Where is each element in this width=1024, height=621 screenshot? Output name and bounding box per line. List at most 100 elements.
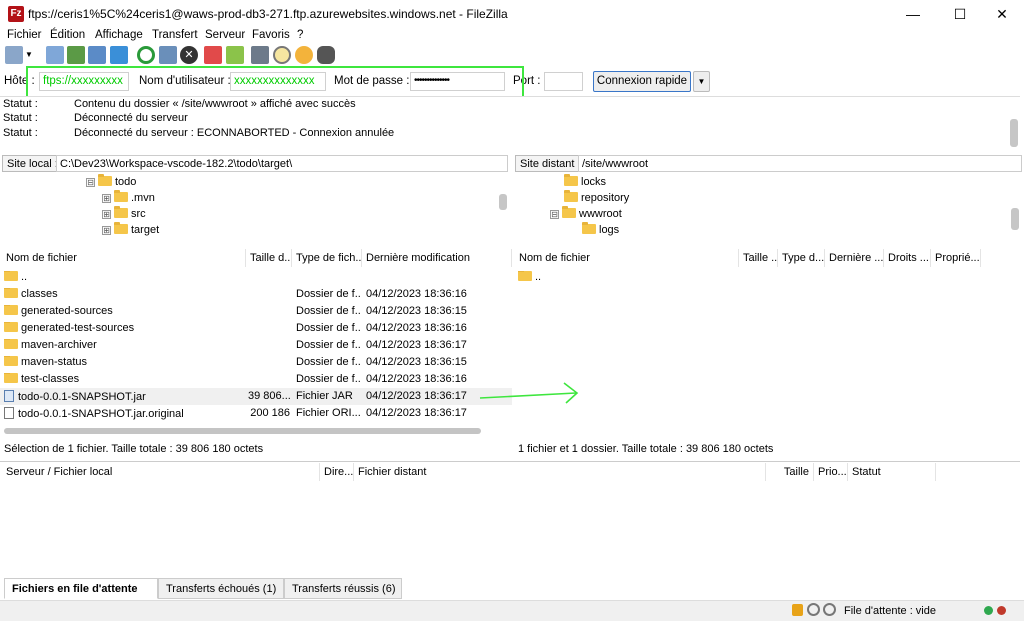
remote-col-size[interactable]: Taille ... [739,249,778,267]
file-name: .. [535,271,542,283]
table-row[interactable]: todo-0.0.1-SNAPSHOT.jar.original 200 186 F… [0,405,512,422]
remote-col-name[interactable]: Nom de fichier [515,249,739,267]
folder-icon [4,339,18,349]
local-tree: ⊟ todo ⊞ .mvn ⊞ src ⊞ target [0,174,512,244]
folder-icon [582,222,596,234]
file-name: generated-test-sources [21,322,135,334]
file-icon [4,407,14,419]
tree-node-locks[interactable]: locks [564,174,606,188]
table-row[interactable]: generated-sources Dossier de f... 04/12/20… [0,303,512,320]
queue-col-remote[interactable]: Fichier distant [354,463,766,481]
tree-node-logs[interactable]: logs [582,222,619,236]
filter-icon[interactable] [251,46,269,64]
title-bar[interactable]: Fz ftps://ceris1%5C%24ceris1@waws-prod-d… [0,0,1024,28]
table-row[interactable]: maven-status Dossier de f... 04/12/2023 18… [0,354,512,371]
disconnect-icon[interactable] [204,46,222,64]
local-col-modified[interactable]: Dernière modification [362,249,512,267]
activity-led-green-icon [984,606,993,615]
refresh-icon[interactable] [137,46,155,64]
expand-icon[interactable]: ⊞ [102,226,111,235]
maximize-icon[interactable]: ☐ [938,0,982,28]
local-path-input[interactable]: C:\Dev23\Workspace-vscode-182.2\todo\tar… [56,155,508,172]
tab-successful-transfers[interactable]: Transferts réussis (6) [284,578,402,599]
tree-node-target[interactable]: ⊞ target [102,222,159,236]
menu-bar: Fichier Édition Affichage Transfert Serv… [0,28,1024,44]
file-name: .. [21,271,28,283]
remote-path-input[interactable]: /site/wwwroot [578,155,1022,172]
file-modified: 04/12/2023 18:36:16 [366,288,467,300]
toggle-local-tree-icon[interactable] [67,46,85,64]
local-col-type[interactable]: Type de fich... [292,249,362,267]
remote-col-modified[interactable]: Dernière ... [825,249,884,267]
list-item[interactable]: .. [514,269,1022,286]
toggle-queue-icon[interactable] [110,46,128,64]
expand-icon[interactable]: ⊞ [102,210,111,219]
table-row[interactable]: .. [0,269,512,286]
site-manager-icon[interactable] [5,46,23,64]
menu-favoris[interactable]: Favoris [252,29,290,41]
collapse-icon[interactable]: ⊟ [550,210,559,219]
log-label: Statut : [3,98,38,110]
table-row[interactable]: classes Dossier de f... 04/12/2023 18:36:1… [0,286,512,303]
local-col-size[interactable]: Taille d... [246,249,292,267]
queue-col-direction[interactable]: Dire... [320,463,354,481]
tree-node-wwwroot[interactable]: ⊟ wwwroot [550,206,622,220]
file-type: Dossier de f... [296,288,360,300]
reconnect-icon[interactable] [226,46,244,64]
local-col-name[interactable]: Nom de fichier [2,249,246,267]
local-hscrollbar[interactable] [4,428,481,434]
annotation-arrow [479,382,579,404]
file-modified: 04/12/2023 18:36:17 [366,339,467,351]
queue-col-size[interactable]: Taille [766,463,814,481]
file-name: classes [21,288,58,300]
menu-fichier[interactable]: Fichier [7,29,42,41]
table-row[interactable]: test-classes Dossier de f... 04/12/2023 18… [0,371,512,388]
process-queue-icon[interactable] [159,46,177,64]
table-row[interactable]: todo-0.0.1-SNAPSHOT.jar 39 806... Fichier … [0,388,512,405]
menu-transfert[interactable]: Transfert [152,29,198,41]
port-input[interactable] [544,72,583,91]
toggle-remote-tree-icon[interactable] [88,46,106,64]
tree-node-todo[interactable]: ⊟ todo [86,174,136,188]
remote-tree-scrollbar[interactable] [1011,208,1019,230]
table-row[interactable]: generated-test-sources Dossier de f... 04/… [0,320,512,337]
menu-serveur[interactable]: Serveur [205,29,245,41]
tree-node-src[interactable]: ⊞ src [102,206,146,220]
sync-browse-icon[interactable] [295,46,313,64]
tab-failed-transfers[interactable]: Transferts échoués (1) [158,578,284,599]
tree-node-repository[interactable]: repository [564,190,629,204]
search-icon[interactable] [273,46,291,64]
remote-col-owner[interactable]: Proprié... [931,249,981,267]
tab-queued-files[interactable]: Fichiers en file d'attente [4,578,158,599]
remote-col-type[interactable]: Type d... [778,249,825,267]
table-row[interactable]: maven-archiver Dossier de f... 04/12/2023 … [0,337,512,354]
local-tree-scrollbar[interactable] [499,194,507,210]
log-row: Statut : Contenu du dossier « /site/wwwro… [3,98,356,110]
log-label: Statut : [3,127,38,139]
toggle-log-icon[interactable] [46,46,64,64]
cancel-icon[interactable]: ✕ [180,46,198,64]
queue-col-local[interactable]: Serveur / Fichier local [2,463,320,481]
menu-edition[interactable]: Édition [50,29,85,41]
queue-col-status[interactable]: Statut [848,463,936,481]
minimize-icon[interactable]: — [891,0,935,28]
menu-help[interactable]: ? [297,29,303,41]
speed-limit-icon[interactable] [823,603,836,616]
menu-affichage[interactable]: Affichage [95,29,143,41]
collapse-icon[interactable]: ⊟ [86,178,95,187]
site-manager-dropdown-icon[interactable]: ▼ [24,46,34,64]
remote-col-rights[interactable]: Droits ... [884,249,931,267]
expand-icon[interactable]: ⊞ [102,194,111,203]
local-status: Sélection de 1 fichier. Taille totale : … [4,443,264,455]
folder-icon [564,174,578,186]
queue-col-priority[interactable]: Prio... [814,463,848,481]
local-site-label: Site local : [2,155,63,172]
close-icon[interactable]: ✕ [980,0,1024,28]
binoculars-icon[interactable] [317,46,335,64]
file-size: 200 186 [250,407,290,419]
chevron-down-icon[interactable]: ▼ [693,71,710,92]
folder-icon [518,271,532,281]
log-scrollbar[interactable] [1010,119,1018,147]
tree-node-mvn[interactable]: ⊞ .mvn [102,190,155,204]
quickconnect-button[interactable]: Connexion rapide [593,71,691,92]
